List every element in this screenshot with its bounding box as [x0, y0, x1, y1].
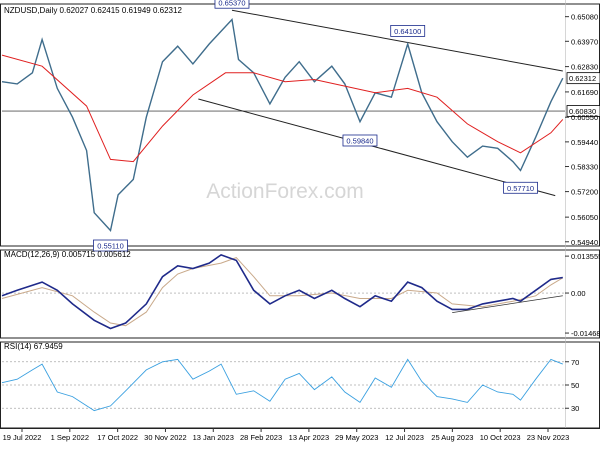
x-tick-label: 13 Apr 2023	[289, 433, 329, 442]
price-y-tick-label: 0.63970	[571, 37, 598, 46]
price-y-tick-label: 0.60550	[571, 113, 598, 122]
macd-y-tick-label: 0.013555	[571, 252, 600, 261]
rsi-panel-title: RSI(14) 67.9459	[4, 342, 63, 351]
price-y-tick-label: 0.62830	[571, 63, 598, 72]
price-y-tick-label: 0.57200	[571, 188, 598, 197]
watermark: ActionForex.com	[206, 180, 364, 203]
price-panel-title: NZDUSD,Daily 0.62027 0.62415 0.61949 0.6…	[4, 6, 182, 15]
rsi-y-tick-label: 50	[571, 381, 579, 390]
x-tick-label: 23 Nov 2023	[527, 433, 570, 442]
x-tick-label: 12 Jul 2023	[385, 433, 424, 442]
x-tick-label: 19 Jul 2022	[3, 433, 42, 442]
price-annotation-label: 0.59840	[346, 136, 373, 145]
price-annotation-label: 0.64100	[394, 27, 421, 36]
price-y-tick-label: 0.56050	[571, 213, 598, 222]
rsi-y-tick-label: 30	[571, 404, 579, 413]
x-tick-label: 13 Jan 2023	[193, 433, 234, 442]
x-tick-label: 1 Sep 2022	[51, 433, 89, 442]
current-price-label: 0.62312	[569, 74, 596, 83]
price-y-tick-label: 0.58330	[571, 163, 598, 172]
x-tick-label: 28 Feb 2023	[240, 433, 282, 442]
chart-canvas: ActionForex.com 0.65370 0.64100 0.59840 0.5…	[0, 0, 600, 442]
x-tick-label: 29 May 2023	[335, 433, 378, 442]
x-tick-label: 10 Oct 2023	[480, 433, 521, 442]
price-annotation-label: 0.57710	[507, 184, 534, 193]
price-y-tick-label: 0.54940	[571, 238, 598, 247]
price-annotation-label: 0.65370	[218, 0, 245, 8]
macd-y-tick-label: 0.00	[571, 289, 586, 298]
price-panel-frame	[0, 3, 600, 247]
price-y-tick-label: 0.61690	[571, 88, 598, 97]
x-tick-label: 17 Oct 2022	[97, 433, 138, 442]
macd-y-tick-label: -0.014684	[571, 329, 600, 338]
rsi-y-tick-label: 70	[571, 358, 579, 367]
x-tick-label: 25 Aug 2023	[431, 433, 473, 442]
x-tick-label: 30 Nov 2022	[144, 433, 187, 442]
macd-panel-frame	[0, 249, 600, 339]
macd-panel-title: MACD(12,26,9) 0.005715 0.005612	[4, 250, 131, 259]
price-y-tick-label: 0.65080	[571, 13, 598, 22]
nzdusd-chart: ActionForex.com 0.65370 0.64100 0.59840 0.5…	[0, 0, 600, 450]
price-y-tick-label: 0.59440	[571, 138, 598, 147]
